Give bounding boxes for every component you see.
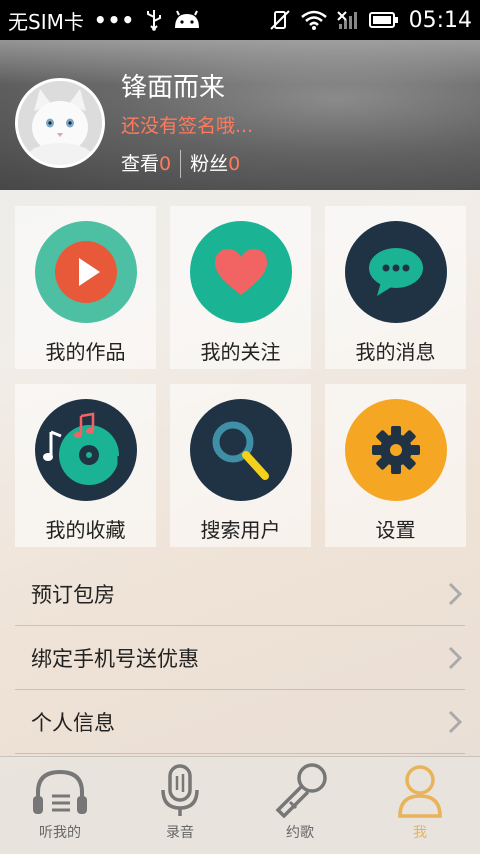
- tab-listen-to-me[interactable]: 听我的: [0, 757, 120, 854]
- wifi-icon: [300, 10, 327, 30]
- list-item-label: 个人信息: [31, 710, 115, 735]
- chevron-right-icon: [448, 646, 463, 669]
- search-users-icon-circle: [189, 399, 292, 501]
- cat-avatar-image: [18, 81, 102, 165]
- grid-item-label: 我的收藏: [45, 518, 126, 542]
- headphones-icon: [33, 769, 87, 814]
- grid-item-label: 设置: [375, 518, 416, 542]
- vibrate-off-icon: [269, 9, 291, 31]
- list-item-personal-info[interactable]: 个人信息: [15, 690, 465, 754]
- grid-item-my-follows[interactable]: 我的关注: [170, 206, 311, 369]
- person-icon: [398, 765, 442, 818]
- grid-item-label: 我的关注: [200, 340, 281, 364]
- grid-item-my-messages[interactable]: 我的消息: [325, 206, 466, 369]
- grid-item-label: 搜索用户: [200, 518, 281, 542]
- gear-icon: [371, 426, 420, 474]
- views-count: 0: [159, 152, 172, 175]
- heart-icon: [214, 249, 267, 295]
- tab-song-date[interactable]: 约歌: [240, 757, 360, 854]
- my-messages-icon-circle: [344, 221, 447, 323]
- username: 锋面而来: [121, 73, 226, 103]
- settings-icon-circle: [344, 399, 447, 501]
- my-follows-icon-circle: [189, 221, 292, 323]
- views-label: 查看: [121, 152, 160, 175]
- avatar[interactable]: [15, 78, 105, 168]
- signature-text[interactable]: 还没有签名哦...: [121, 117, 253, 136]
- search-icon: [212, 421, 269, 480]
- my-favorites-icon-circle: [34, 399, 137, 501]
- grid-item-settings[interactable]: 设置: [325, 384, 466, 547]
- karaoke-mic-icon: [275, 763, 327, 818]
- play-icon: [54, 241, 117, 303]
- stats-divider: [180, 150, 182, 178]
- fans-count: 0: [228, 152, 241, 175]
- grid-item-my-works[interactable]: 我的作品: [15, 206, 156, 369]
- list-item-book-room[interactable]: 预订包房: [15, 562, 465, 626]
- bottom-tab-bar: 听我的 录音 约歌 我: [0, 756, 480, 854]
- list-item-label: 预订包房: [31, 582, 115, 607]
- tab-label: 听我的: [39, 825, 81, 841]
- my-works-icon-circle: [34, 221, 137, 323]
- chevron-right-icon: [448, 710, 463, 733]
- android-icon: [173, 10, 201, 30]
- grid-item-my-favorites[interactable]: 我的收藏: [15, 384, 156, 547]
- fans-label: 粉丝: [190, 152, 229, 175]
- chat-bubble-icon: [368, 248, 423, 296]
- tab-label: 我: [413, 825, 427, 841]
- signal-icon: [336, 10, 359, 30]
- tab-me[interactable]: 我: [360, 757, 480, 854]
- grid-item-label: 我的作品: [45, 340, 126, 364]
- grid-item-label: 我的消息: [355, 340, 436, 364]
- carrier-text: 无SIM卡: [8, 9, 84, 34]
- status-bar: 无SIM卡 ••• 05:14: [0, 0, 480, 40]
- music-disc-icon: [42, 412, 120, 485]
- battery-icon: [368, 11, 399, 29]
- notification-dots: •••: [93, 8, 136, 32]
- profile-stats: 查看 0 粉丝 0: [121, 150, 240, 178]
- list-item-bind-phone[interactable]: 绑定手机号送优惠: [15, 626, 465, 690]
- clock-time: 05:14: [408, 7, 472, 33]
- list-item-label: 绑定手机号送优惠: [31, 646, 199, 671]
- tab-label: 录音: [166, 825, 194, 841]
- usb-icon: [145, 9, 163, 31]
- microphone-icon: [161, 764, 199, 816]
- chevron-right-icon: [448, 582, 463, 605]
- grid-item-search-users[interactable]: 搜索用户: [170, 384, 311, 547]
- tab-label: 约歌: [286, 825, 314, 841]
- tab-record[interactable]: 录音: [120, 757, 240, 854]
